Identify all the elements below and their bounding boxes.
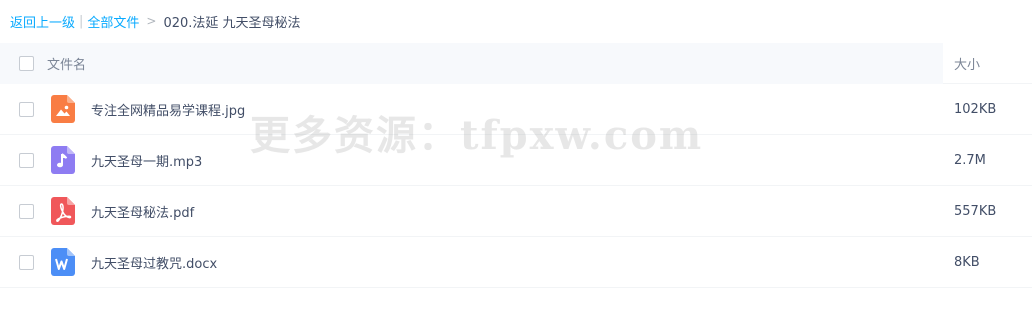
- file-name[interactable]: 九天圣母秘法.pdf: [91, 202, 194, 221]
- breadcrumb-separator: |: [79, 13, 84, 29]
- current-folder: 020.法延 九天圣母秘法: [163, 15, 301, 31]
- file-row[interactable]: 专注全网精品易学课程.jpg 102KB: [0, 84, 1032, 135]
- file-checkbox[interactable]: [19, 254, 34, 270]
- word-icon: [51, 248, 75, 276]
- file-name[interactable]: 专注全网精品易学课程.jpg: [91, 100, 245, 119]
- breadcrumb-arrow: >: [146, 14, 157, 28]
- all-files-link[interactable]: 全部文件: [87, 12, 139, 31]
- file-name-cell: 九天圣母过教咒.docx: [0, 237, 943, 287]
- file-name[interactable]: 九天圣母一期.mp3: [91, 151, 202, 170]
- file-row[interactable]: 九天圣母一期.mp3 2.7M: [0, 135, 1032, 186]
- select-all-checkbox[interactable]: [19, 56, 34, 71]
- file-list-header: 文件名 大小: [0, 43, 1032, 84]
- file-checkbox[interactable]: [19, 203, 34, 219]
- file-name[interactable]: 九天圣母过教咒.docx: [91, 253, 217, 272]
- pdf-icon: [51, 197, 75, 225]
- file-size: 557KB: [954, 203, 997, 219]
- file-size: 8KB: [954, 254, 980, 270]
- breadcrumb: 返回上一级 | 全部文件 > 020.法延 九天圣母秘法: [10, 11, 301, 31]
- file-row[interactable]: 九天圣母秘法.pdf 557KB: [0, 186, 1032, 237]
- file-row[interactable]: 九天圣母过教咒.docx 8KB: [0, 237, 1032, 288]
- back-link[interactable]: 返回上一级: [10, 12, 75, 31]
- file-checkbox[interactable]: [19, 101, 34, 117]
- file-name-cell: 专注全网精品易学课程.jpg: [0, 84, 943, 134]
- file-list: 文件名 大小 专注全网精品易学课程.jpg 102KB 九天圣母一期.mp3 2…: [0, 43, 1032, 288]
- music-icon: [51, 146, 75, 174]
- header-name-cell: 文件名: [0, 43, 943, 84]
- file-checkbox[interactable]: [19, 152, 34, 168]
- file-name-cell: 九天圣母一期.mp3: [0, 135, 943, 185]
- header-size-label[interactable]: 大小: [943, 43, 1032, 84]
- file-size: 2.7M: [954, 152, 986, 168]
- file-size: 102KB: [954, 101, 997, 117]
- image-icon: [51, 95, 75, 123]
- file-name-cell: 九天圣母秘法.pdf: [0, 186, 943, 236]
- header-name-label[interactable]: 文件名: [47, 54, 86, 73]
